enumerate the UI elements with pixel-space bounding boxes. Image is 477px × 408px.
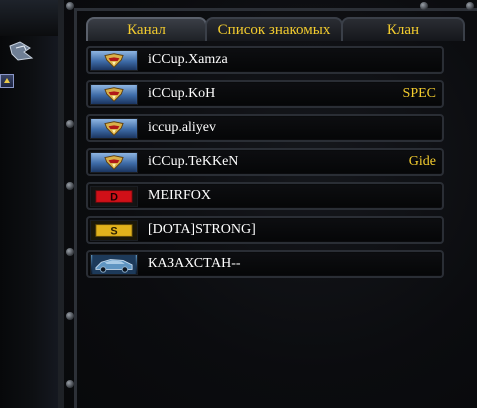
- vehicle-portrait-icon: [90, 254, 138, 275]
- metal-claw-icon: [9, 41, 34, 61]
- bolt-icon: [66, 380, 74, 388]
- sidebar-ornament: [0, 0, 58, 36]
- list-item[interactable]: КАЗАХСТАН--: [86, 250, 444, 278]
- bolt-icon: [466, 2, 474, 10]
- user-name: КАЗАХСТАН--: [148, 256, 241, 271]
- user-name: iCCup.TeKKeN: [148, 154, 239, 169]
- bolt-icon: [66, 182, 74, 190]
- scroll-up-arrow-icon[interactable]: [0, 74, 14, 88]
- list-item[interactable]: iCCup.TeKKeN Gide: [86, 148, 444, 176]
- user-tag-spec: SPEC: [402, 86, 436, 101]
- list-item[interactable]: iCCup.KoH SPEC: [86, 80, 444, 108]
- svg-text:D: D: [110, 192, 118, 204]
- rank-s-icon: S: [90, 220, 138, 241]
- gold-emblem-badge-icon: [90, 50, 138, 71]
- tab-channel[interactable]: Канал: [86, 17, 207, 41]
- user-name: iCCup.Xamza: [148, 52, 228, 67]
- left-sidebar-strip: [0, 0, 58, 408]
- list-item[interactable]: iccup.aliyev: [86, 114, 444, 142]
- channel-user-list: iCCup.Xamza iCCup.KoH SPEC iccup.aliyev: [86, 46, 444, 284]
- user-name: MEIRFOX: [148, 188, 212, 203]
- list-item[interactable]: S [DOTA]STRONG]: [86, 216, 444, 244]
- tab-clan[interactable]: Клан: [341, 17, 465, 41]
- gold-emblem-badge-icon: [90, 152, 138, 173]
- bolt-icon: [66, 248, 74, 256]
- bolt-icon: [66, 2, 74, 10]
- user-name: iCCup.KoH: [148, 86, 216, 101]
- list-item[interactable]: D MEIRFOX: [86, 182, 444, 210]
- gold-emblem-badge-icon: [90, 84, 138, 105]
- user-tag-gide: Gide: [408, 154, 436, 169]
- user-name: [DOTA]STRONG]: [148, 222, 256, 237]
- bolt-icon: [420, 2, 428, 10]
- rank-d-icon: D: [90, 186, 138, 207]
- gold-emblem-badge-icon: [90, 118, 138, 139]
- svg-text:S: S: [110, 226, 117, 238]
- tab-bar: Канал Список знакомых Клан: [86, 17, 465, 41]
- user-name: iccup.aliyev: [148, 120, 217, 135]
- bolt-icon: [66, 120, 74, 128]
- tab-friends-list[interactable]: Список знакомых: [205, 17, 343, 41]
- list-item[interactable]: iCCup.Xamza: [86, 46, 444, 74]
- bolt-icon: [66, 312, 74, 320]
